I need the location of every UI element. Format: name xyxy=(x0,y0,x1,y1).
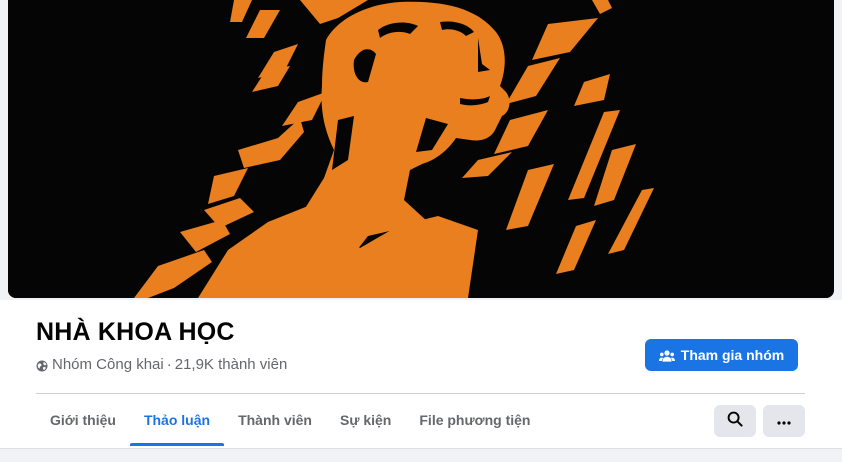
search-icon xyxy=(727,411,743,432)
group-meta: Nhóm Công khai · 21,9K thành viên xyxy=(36,356,287,373)
group-title[interactable]: NHÀ KHOA HỌC xyxy=(36,318,235,347)
people-icon xyxy=(658,349,675,362)
tab-media[interactable]: File phương tiện xyxy=(405,394,544,446)
join-group-label: Tham gia nhóm xyxy=(680,347,785,363)
globe-icon xyxy=(36,359,48,371)
member-count[interactable]: 21,9K thành viên xyxy=(175,356,288,373)
join-group-button[interactable]: Tham gia nhóm xyxy=(645,339,798,371)
search-button[interactable] xyxy=(714,405,756,437)
group-header: NHÀ KHOA HỌC Nhóm Công khai · 21,9K thàn… xyxy=(0,300,842,448)
tab-discussion[interactable]: Thảo luận xyxy=(129,394,225,446)
more-options-button[interactable] xyxy=(763,405,805,437)
privacy-label: Nhóm Công khai xyxy=(52,356,164,373)
group-tabs: Giới thiệu Thảo luận Thành viên Sự kiện … xyxy=(36,394,544,446)
meta-separator: · xyxy=(166,356,172,373)
tab-members[interactable]: Thành viên xyxy=(224,394,326,446)
more-icon xyxy=(777,412,791,430)
tab-events[interactable]: Sự kiện xyxy=(326,394,405,446)
group-page: NHÀ KHOA HỌC Nhóm Công khai · 21,9K thàn… xyxy=(0,0,842,462)
cover-area xyxy=(0,0,842,300)
tab-about[interactable]: Giới thiệu xyxy=(36,394,130,446)
cover-artwork xyxy=(8,0,834,298)
cover-photo[interactable] xyxy=(8,0,834,298)
page-background-strip xyxy=(0,448,842,462)
